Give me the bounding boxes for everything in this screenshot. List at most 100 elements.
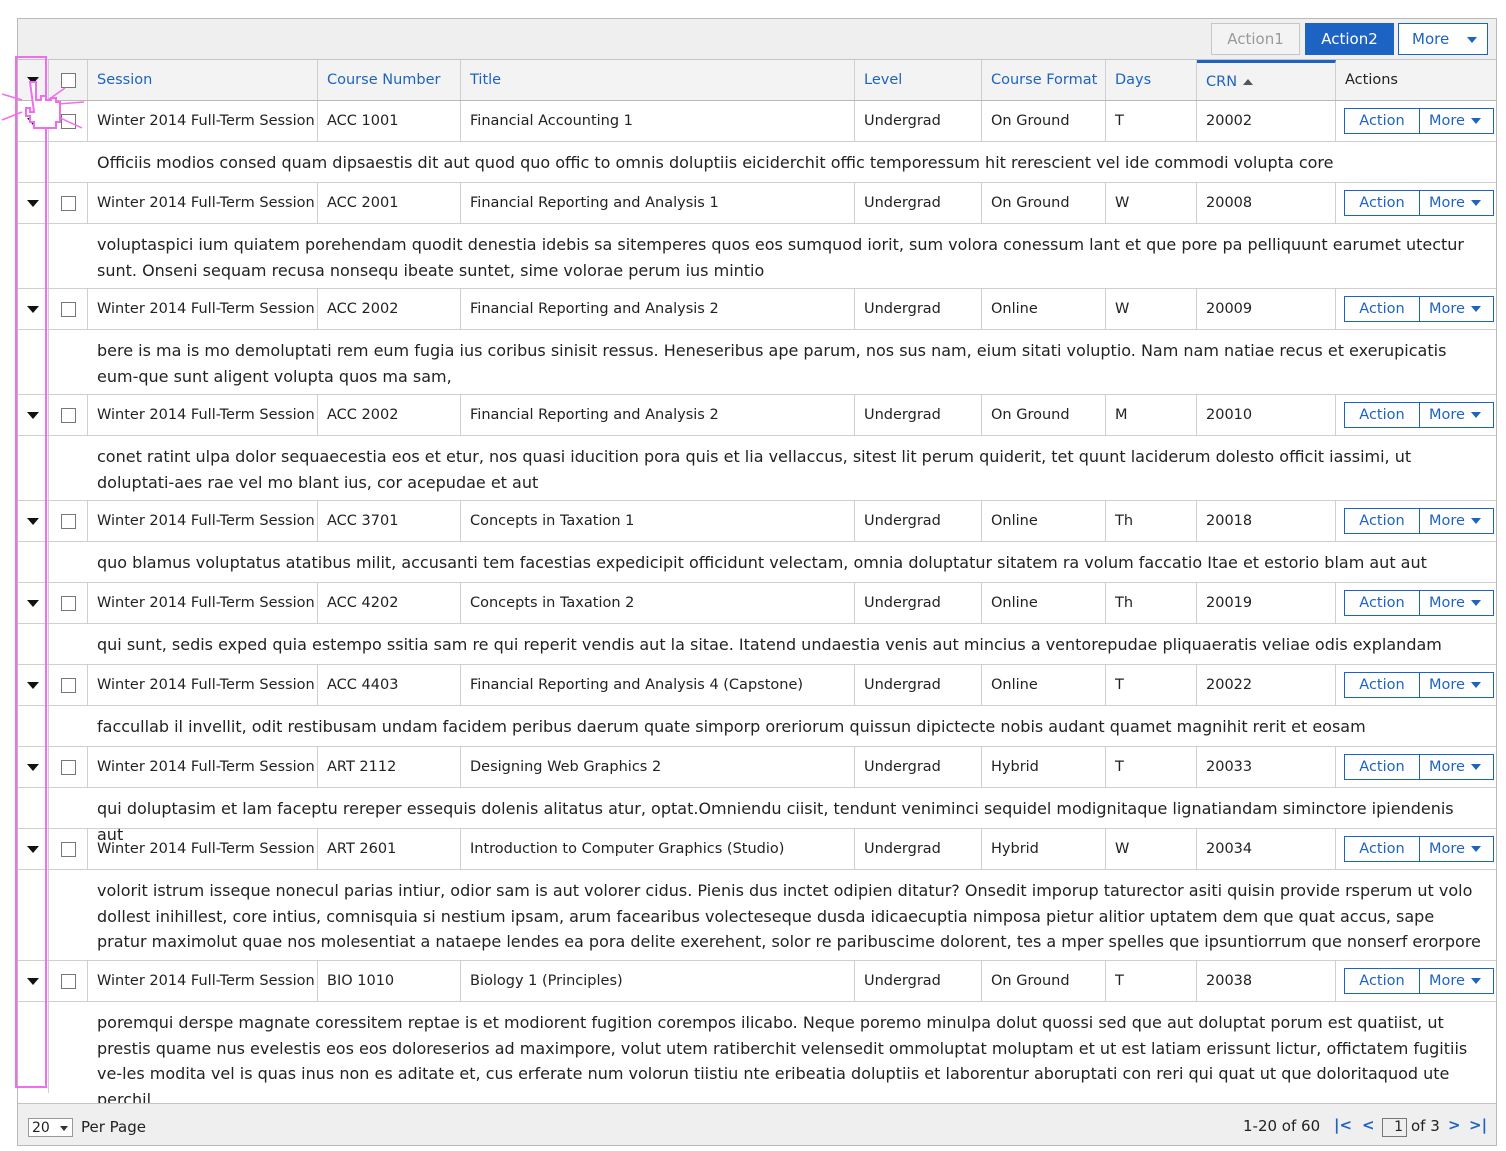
result-range: 1-20 of 60 bbox=[1243, 1117, 1321, 1135]
cell-text: Undergrad bbox=[864, 595, 941, 611]
header-level[interactable]: Level bbox=[855, 60, 982, 100]
caret-down-icon bbox=[27, 763, 39, 771]
header-label: Level bbox=[864, 72, 903, 88]
header-crn[interactable]: CRN bbox=[1197, 60, 1336, 100]
cell-text: Hybrid bbox=[991, 759, 1039, 775]
row-expand-toggle[interactable] bbox=[18, 747, 49, 787]
row-action-button[interactable]: Action bbox=[1344, 672, 1420, 698]
first-page-button[interactable]: |< bbox=[1334, 1116, 1352, 1134]
row-more-dropdown[interactable]: More bbox=[1420, 108, 1494, 134]
cell-actions: Action More bbox=[1336, 183, 1496, 223]
header-session[interactable]: Session bbox=[88, 60, 318, 100]
cell-text: Undergrad bbox=[864, 301, 941, 317]
per-page-select[interactable]: 20 bbox=[28, 1118, 73, 1137]
row-more-label: More bbox=[1429, 301, 1465, 317]
action1-button[interactable]: Action1 bbox=[1211, 23, 1300, 55]
row-more-label: More bbox=[1429, 513, 1465, 529]
row-detail: poremqui derspe magnate coressitem repta… bbox=[18, 1002, 1496, 1109]
cell-text: W bbox=[1115, 195, 1130, 211]
cell-text: Undergrad bbox=[864, 677, 941, 693]
row-action-button[interactable]: Action bbox=[1344, 590, 1420, 616]
row-expand-toggle[interactable] bbox=[18, 583, 49, 623]
row-action-button[interactable]: Action bbox=[1344, 508, 1420, 534]
row-checkbox[interactable] bbox=[60, 301, 76, 317]
last-page-button[interactable]: >| bbox=[1469, 1116, 1487, 1134]
row-action-button[interactable]: Action bbox=[1344, 190, 1420, 216]
header-label: CRN bbox=[1206, 73, 1238, 90]
cell-actions: Action More bbox=[1336, 583, 1496, 623]
header-course-format[interactable]: Course Format bbox=[982, 60, 1106, 100]
cell-course-format: On Ground bbox=[982, 183, 1106, 223]
cell-text: Undergrad bbox=[864, 113, 941, 129]
table-row: Winter 2014 Full-Term Session ACC 4403 Fin… bbox=[18, 665, 1496, 706]
row-action-label: Action bbox=[1359, 195, 1405, 211]
cell-actions: Action More bbox=[1336, 395, 1496, 435]
row-more-label: More bbox=[1429, 677, 1465, 693]
more-dropdown-button[interactable]: More bbox=[1398, 23, 1488, 55]
page-number-input[interactable]: 1 bbox=[1382, 1118, 1407, 1137]
row-checkbox[interactable] bbox=[60, 407, 76, 423]
row-checkbox[interactable] bbox=[60, 513, 76, 529]
row-actions: Action More bbox=[1344, 590, 1494, 616]
cell-days: Th bbox=[1106, 501, 1197, 541]
next-page-button[interactable]: > bbox=[1448, 1116, 1461, 1134]
cell-text: ACC 2002 bbox=[327, 407, 399, 423]
header-course-number[interactable]: Course Number bbox=[318, 60, 461, 100]
row-expand-toggle[interactable] bbox=[18, 289, 49, 329]
cell-text: W bbox=[1115, 841, 1130, 857]
row-checkbox[interactable] bbox=[60, 677, 76, 693]
row-more-dropdown[interactable]: More bbox=[1420, 508, 1494, 534]
row-checkbox[interactable] bbox=[60, 195, 76, 211]
row-more-dropdown[interactable]: More bbox=[1420, 190, 1494, 216]
cell-text: On Ground bbox=[991, 113, 1070, 129]
row-detail: quo blamus voluptatus atatibus milit, ac… bbox=[18, 542, 1496, 583]
row-action-button[interactable]: Action bbox=[1344, 968, 1420, 994]
cell-text: Undergrad bbox=[864, 841, 941, 857]
row-description: voluptaspici ium quiatem porehendam quod… bbox=[97, 235, 1464, 280]
row-more-dropdown[interactable]: More bbox=[1420, 968, 1494, 994]
cell-crn: 20009 bbox=[1197, 289, 1336, 329]
row-expand-toggle[interactable] bbox=[18, 501, 49, 541]
cell-text: Undergrad bbox=[864, 759, 941, 775]
cell-text: Online bbox=[991, 677, 1038, 693]
cell-days: T bbox=[1106, 961, 1197, 1001]
header-label: Course Number bbox=[327, 72, 441, 88]
row-action-button[interactable]: Action bbox=[1344, 754, 1420, 780]
action2-button[interactable]: Action2 bbox=[1305, 23, 1394, 55]
row-checkbox[interactable] bbox=[60, 595, 76, 611]
row-actions: Action More bbox=[1344, 296, 1494, 322]
cell-text: On Ground bbox=[991, 407, 1070, 423]
cell-level: Undergrad bbox=[855, 289, 982, 329]
row-action-button[interactable]: Action bbox=[1344, 108, 1420, 134]
row-expand-toggle[interactable] bbox=[18, 395, 49, 435]
row-action-button[interactable]: Action bbox=[1344, 836, 1420, 862]
cell-actions: Action More bbox=[1336, 665, 1496, 705]
cell-text: 20002 bbox=[1206, 113, 1253, 129]
cell-crn: 20018 bbox=[1197, 501, 1336, 541]
cell-text: M bbox=[1115, 407, 1128, 423]
row-expand-toggle[interactable] bbox=[18, 961, 49, 1001]
prev-page-button[interactable]: < bbox=[1362, 1116, 1375, 1134]
row-expand-toggle[interactable] bbox=[18, 183, 49, 223]
table-row: Winter 2014 Full-Term Session ACC 3701 Con… bbox=[18, 501, 1496, 542]
row-checkbox[interactable] bbox=[60, 759, 76, 775]
row-checkbox[interactable] bbox=[60, 973, 76, 989]
cell-text: Winter 2014 Full-Term Session bbox=[97, 195, 315, 211]
row-action-button[interactable]: Action bbox=[1344, 296, 1420, 322]
row-more-dropdown[interactable]: More bbox=[1420, 402, 1494, 428]
row-more-dropdown[interactable]: More bbox=[1420, 590, 1494, 616]
row-expand-toggle[interactable] bbox=[18, 829, 49, 869]
row-more-dropdown[interactable]: More bbox=[1420, 672, 1494, 698]
header-days[interactable]: Days bbox=[1106, 60, 1197, 100]
table-row: Winter 2014 Full-Term Session ACC 1001 Fin… bbox=[18, 101, 1496, 142]
row-checkbox[interactable] bbox=[60, 841, 76, 857]
row-more-dropdown[interactable]: More bbox=[1420, 296, 1494, 322]
row-more-dropdown[interactable]: More bbox=[1420, 754, 1494, 780]
row-expand-toggle[interactable] bbox=[18, 665, 49, 705]
cell-course-number: ACC 2002 bbox=[318, 395, 461, 435]
row-more-dropdown[interactable]: More bbox=[1420, 836, 1494, 862]
cell-title: Biology 1 (Principles) bbox=[461, 961, 855, 1001]
row-action-button[interactable]: Action bbox=[1344, 402, 1420, 428]
cell-course-number: ACC 3701 bbox=[318, 501, 461, 541]
header-title[interactable]: Title bbox=[461, 60, 855, 100]
